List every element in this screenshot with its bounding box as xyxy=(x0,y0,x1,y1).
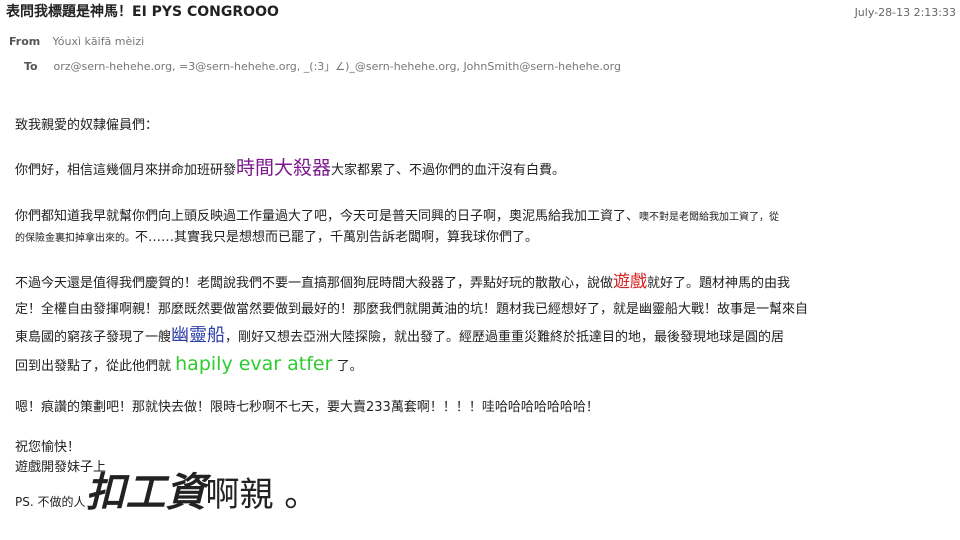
highlight-happily-ever-after: hapily evar atfer xyxy=(175,353,333,375)
raise-small-note-2: 的保險金裏扣掉拿出來的。 xyxy=(15,233,135,244)
closing-wishes: 祝您愉快！ xyxy=(15,440,81,455)
from-label: From xyxy=(9,35,41,48)
paragraph-game: 不過今天還是值得我們慶賀的！老闆說我們不要一直搞那個狗屁時間大殺器了，弄點好玩的… xyxy=(15,269,808,380)
email-subject: 表問我標題是神馬！EI PYS CONGROOO xyxy=(6,4,279,20)
raise-text-a: 你們都知道我早就幫你們向上頭反映過工作量過大了吧，今天可是普天同興的日子啊，奧泥… xyxy=(15,209,640,224)
to-label: To xyxy=(24,60,38,73)
ps-text-small: PS. 不做的人 xyxy=(15,495,86,509)
game-text-1b: 就好了。題材神馬的由我 xyxy=(647,276,791,291)
paragraph-deadline: 嗯！痕讚的策劃吧！那就快去做！限時七秒啊不七天，要大賣233萬套啊！！！！哇哈哈… xyxy=(15,400,599,415)
ps-text-big: 啊親 。 xyxy=(205,475,319,515)
to-row: To orz@sern-hehehe.org, =3@sern-hehehe.o… xyxy=(9,58,621,74)
game-text-4b: 了。 xyxy=(332,359,363,374)
game-text-3b: ，剛好又想去亞洲大陸探險，就出發了。經歷過重重災難終於抵達目的地，最後發現地球是… xyxy=(225,330,785,345)
game-text-4a: 回到出發點了，從此他們就 xyxy=(15,359,176,374)
raise-text-b: 不……其實我只是想想而已罷了，千萬別告訴老闆啊，算我球你們了。 xyxy=(135,230,539,245)
paragraph-intro: 你們好，相信這幾個月來拼命加班研發時間大殺器大家都累了、不過你們的血汗沒有白費。 xyxy=(15,158,565,181)
game-text-1a: 不過今天還是值得我們慶賀的！老闆說我們不要一直搞那個狗屁時間大殺器了，弄點好玩的… xyxy=(15,276,614,291)
to-value[interactable]: orz@sern-hehehe.org, =3@sern-hehehe.org,… xyxy=(54,60,621,73)
ps-text-huge: 扣工資 xyxy=(85,470,206,516)
email-date: July-28-13 2:13:33 xyxy=(854,6,956,19)
game-text-2: 定！全權自由發揮啊親！那麼既然要做當然要做到最好的！那麼我們就開黃油的坑！題材我… xyxy=(15,302,809,317)
from-row: From Yóuxì kāifā mèizi xyxy=(9,35,144,48)
from-value[interactable]: Yóuxì kāifā mèizi xyxy=(53,35,145,48)
game-text-3a: 東島國的窮孩子發現了一艘 xyxy=(15,330,172,345)
highlight-ghost-ship: 幽靈船 xyxy=(171,325,226,346)
email-header: 表問我標題是神馬！EI PYS CONGROOO July-28-13 2:13… xyxy=(0,0,960,84)
intro-text-a: 你們好，相信這幾個月來拼命加班研發 xyxy=(15,163,237,178)
greeting: 致我親愛的奴隸僱員們： xyxy=(15,118,159,133)
highlight-game: 遊戲 xyxy=(613,272,648,292)
postscript: PS. 不做的人扣工資啊親 。 xyxy=(15,473,318,513)
paragraph-raise: 你們都知道我早就幫你們向上頭反映過工作量過大了吧，今天可是普天同興的日子啊，奧泥… xyxy=(15,207,779,249)
highlight-time-weapon: 時間大殺器 xyxy=(236,157,332,179)
intro-text-b: 大家都累了、不過你們的血汗沒有白費。 xyxy=(331,163,566,178)
raise-small-note: 噢不對是老闆給我加工資了，從 xyxy=(639,212,780,223)
